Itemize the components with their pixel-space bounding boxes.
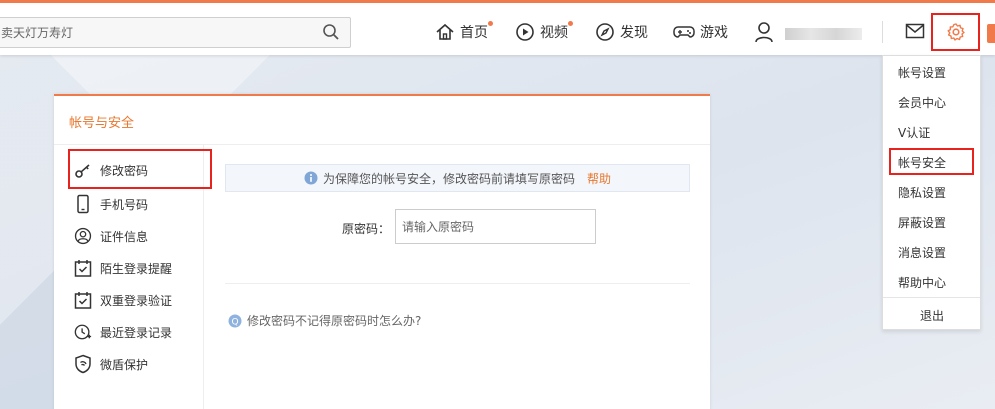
video-icon: [516, 23, 534, 41]
dropdown-divider: [883, 297, 980, 298]
top-bar: 首页 视频 发现 游戏: [0, 0, 995, 55]
sidebar-item-login-alert[interactable]: 陌生登录提醒: [74, 258, 172, 278]
dropdown-item-messages[interactable]: 消息设置: [898, 244, 946, 261]
sidebar-label-shield: 微盾保护: [100, 357, 149, 372]
selected-item-highlight: [889, 148, 974, 175]
nav-games-label: 游戏: [700, 25, 728, 41]
dropdown-item-privacy[interactable]: 隐私设置: [898, 184, 946, 201]
help-link[interactable]: 帮助: [587, 170, 611, 187]
settings-highlight-box: [931, 13, 980, 51]
calendar-check-icon: [74, 260, 92, 277]
nav-video-label: 视频: [540, 25, 568, 41]
notice-text: 为保障您的帐号安全，修改密码前请填写原密码: [322, 171, 575, 186]
nav-discover-label: 发现: [620, 25, 648, 41]
nav-games[interactable]: 游戏: [673, 20, 728, 44]
gamepad-icon: [673, 26, 695, 38]
sidebar-item-two-factor[interactable]: 双重登录验证: [74, 290, 172, 310]
nav-discover[interactable]: 发现: [595, 20, 648, 44]
search-input[interactable]: [0, 18, 299, 47]
forgot-password-text: 修改密码不记得原密码时怎么办?: [247, 314, 422, 328]
old-password-input[interactable]: [395, 209, 596, 244]
nav-home[interactable]: 首页: [435, 20, 488, 44]
sidebar-label-phone: 手机号码: [100, 197, 149, 212]
info-icon: [304, 171, 318, 185]
compose-button-edge[interactable]: [987, 24, 995, 43]
sidebar-label-recent-logins: 最近登录记录: [100, 325, 173, 340]
dropdown-item-logout[interactable]: 退出: [920, 307, 944, 324]
old-password-label: 原密码：: [342, 222, 391, 236]
mail-icon[interactable]: [905, 22, 925, 43]
nav-video[interactable]: 视频: [515, 20, 568, 44]
search-box[interactable]: [0, 17, 351, 48]
home-icon: [436, 23, 454, 40]
dropdown-item-account-settings[interactable]: 帐号设置: [898, 64, 946, 81]
sidebar-item-phone[interactable]: 手机号码: [74, 194, 148, 214]
dropdown-item-membership[interactable]: 会员中心: [898, 94, 946, 111]
sidebar-label-two-factor: 双重登录验证: [100, 293, 173, 308]
security-notice: 为保障您的帐号安全，修改密码前请填写原密码 帮助: [225, 164, 690, 192]
sidebar-item-shield[interactable]: 微盾保护: [74, 354, 148, 374]
dropdown-item-verification[interactable]: V认证: [898, 124, 930, 141]
id-person-icon: [74, 227, 92, 245]
sidebar-label-id-info: 证件信息: [100, 229, 149, 244]
settings-dropdown: 帐号设置 会员中心 V认证 帐号安全 隐私设置 屏蔽设置 消息设置 帮助中心 退…: [882, 55, 981, 330]
username-blurred[interactable]: [785, 28, 862, 40]
clock-plus-icon: [74, 324, 92, 340]
dropdown-item-help[interactable]: 帮助中心: [898, 274, 946, 291]
sidebar-label-login-alert: 陌生登录提醒: [100, 261, 173, 276]
calendar-check-icon: [74, 292, 92, 309]
question-icon: Q: [228, 314, 242, 327]
forgot-password-link[interactable]: Q 修改密码不记得原密码时怎么办?: [228, 312, 421, 329]
home-notification-dot: [488, 21, 493, 26]
form-divider: [225, 283, 690, 284]
user-icon[interactable]: [754, 21, 774, 46]
sidebar-selected-highlight: [68, 149, 212, 189]
nav-home-label: 首页: [460, 25, 488, 41]
sidebar-item-recent-logins[interactable]: 最近登录记录: [74, 322, 172, 342]
compass-icon: [596, 23, 614, 41]
phone-icon: [77, 194, 89, 214]
svg-text:Q: Q: [231, 317, 238, 327]
video-notification-dot: [568, 21, 573, 26]
shield-icon: [75, 354, 91, 374]
topbar-separator: [882, 21, 883, 43]
panel-title: 帐号与安全: [69, 116, 135, 131]
gear-icon[interactable]: [947, 23, 965, 41]
security-panel: 帐号与安全 修改密码 手机号码 证件信息 陌生登录提醒 双重登录验证 最近登录记…: [54, 94, 710, 409]
dropdown-item-blocking[interactable]: 屏蔽设置: [898, 214, 946, 231]
sidebar-item-id-info[interactable]: 证件信息: [74, 226, 148, 246]
search-icon[interactable]: [322, 23, 340, 44]
